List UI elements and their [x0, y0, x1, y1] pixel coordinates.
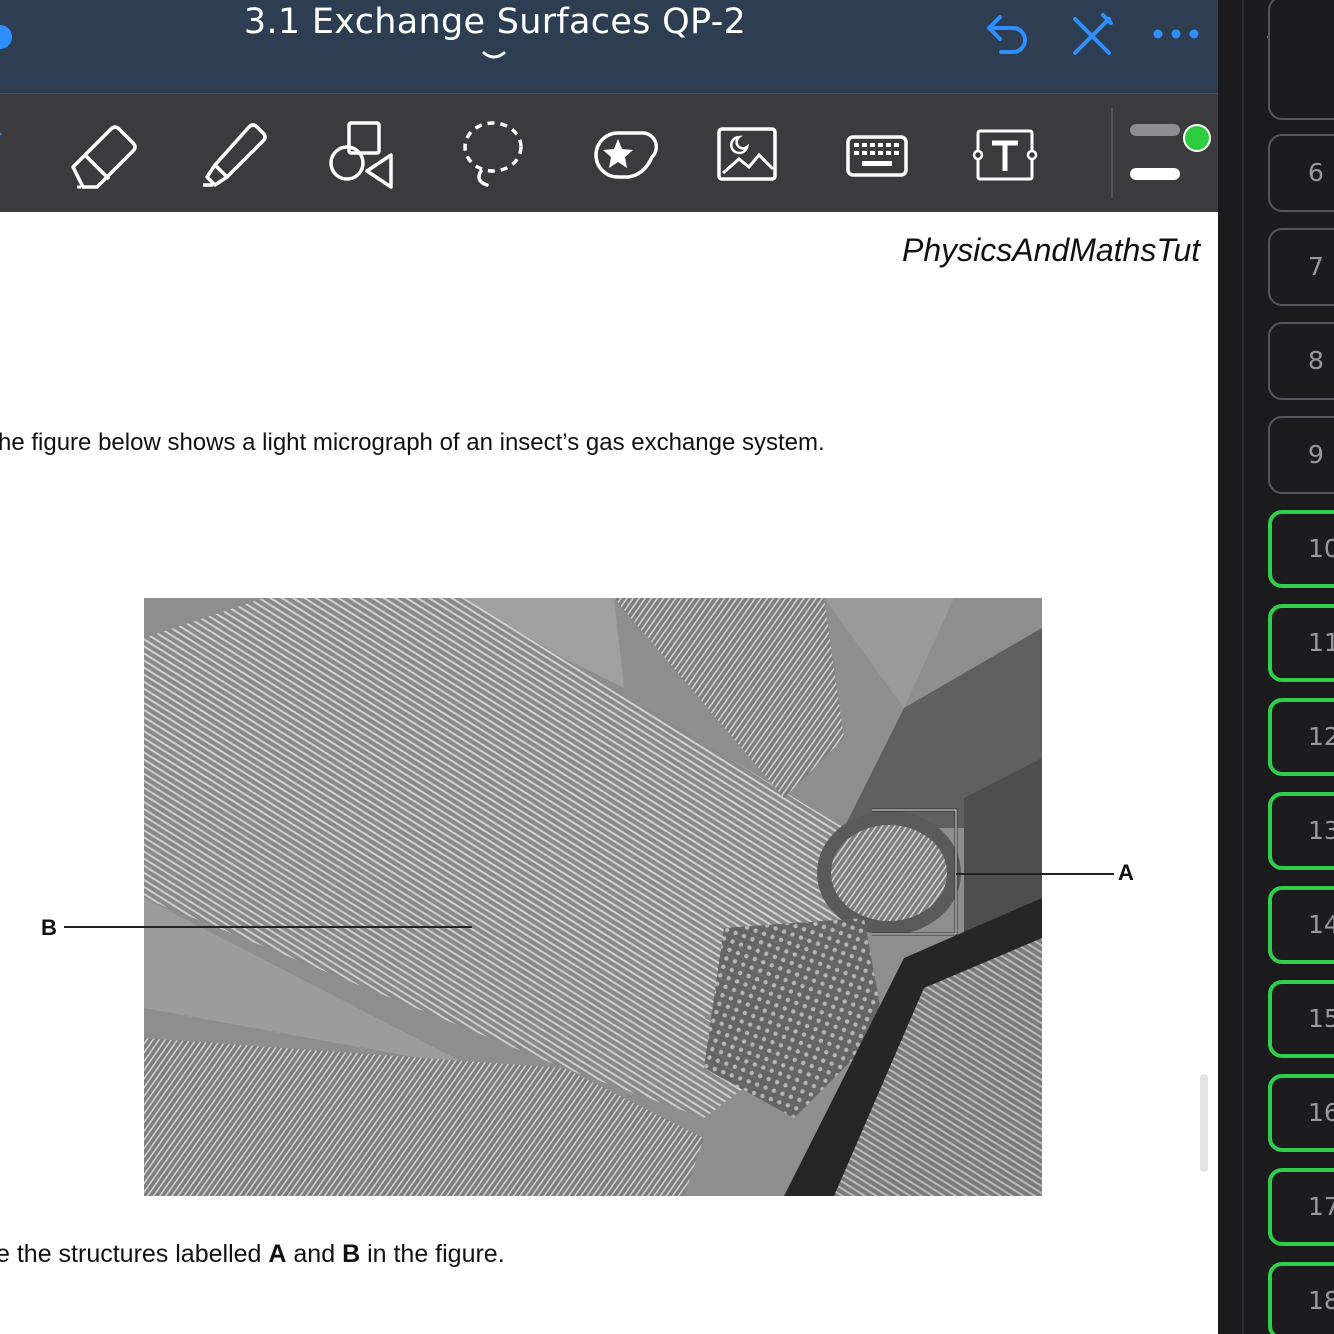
page-thumbnail[interactable]: 14	[1268, 886, 1334, 964]
shapes-tool[interactable]	[318, 112, 402, 196]
pen-color-swatch[interactable]	[1183, 124, 1211, 152]
text-box-icon	[972, 129, 1038, 181]
page-number: 18	[1308, 1286, 1334, 1315]
page-thumbnail[interactable]: 7	[1268, 228, 1334, 306]
highlighter-icon	[203, 123, 267, 187]
page-number: 10	[1308, 534, 1334, 563]
keyboard-icon	[846, 135, 908, 177]
page-thumbnail-sidebar: Sa 6789101112131415161718	[1218, 0, 1334, 1334]
page-thumbnail[interactable]: 13	[1268, 792, 1334, 870]
page-thumbnail[interactable]: 18	[1268, 1262, 1334, 1334]
page-number: 11	[1308, 628, 1334, 657]
page-number: 15	[1308, 1004, 1334, 1033]
page-thumbnail[interactable]: 9	[1268, 416, 1334, 494]
shapes-icon	[329, 121, 393, 189]
sticker-tool[interactable]	[576, 112, 660, 196]
page-thumbnail[interactable]: 8	[1268, 322, 1334, 400]
page-number: 13	[1308, 816, 1334, 845]
sidebar-divider	[1242, 0, 1244, 1334]
tools-off-icon	[1073, 13, 1113, 55]
question-intro: he figure below shows a light micrograph…	[0, 429, 825, 456]
micrograph-image	[144, 598, 1042, 1196]
tools-off-button[interactable]	[1066, 8, 1118, 60]
question-prefix: e the structures labelled	[0, 1240, 269, 1268]
page-thumbnail[interactable]: 12	[1268, 698, 1334, 776]
image-tool[interactable]	[704, 112, 788, 196]
image-icon	[717, 127, 777, 181]
page-thumbnail[interactable]: 17	[1268, 1168, 1334, 1246]
page-thumbnail[interactable]: 6	[1268, 134, 1334, 212]
page-scroll-indicator	[1200, 1074, 1208, 1172]
page-thumbnail[interactable]	[1268, 0, 1334, 120]
page-watermark: PhysicsAndMathsTut	[902, 232, 1201, 268]
question-suffix: in the figure.	[360, 1240, 505, 1268]
page-number: 6	[1308, 158, 1324, 187]
pen-tool-icon[interactable]	[0, 114, 12, 154]
figure-label-b: B	[41, 915, 57, 940]
figure-label-a: A	[1118, 860, 1134, 885]
page-thumbnail[interactable]: 15	[1268, 980, 1334, 1058]
page-thumbnail[interactable]: 11	[1268, 604, 1334, 682]
tool-bar	[0, 93, 1218, 212]
lasso-icon	[463, 121, 523, 187]
highlighter-tool[interactable]	[190, 112, 274, 196]
pen-thickness-indicator-active	[1130, 168, 1180, 180]
page-number: 14	[1308, 910, 1334, 939]
page-number: 16	[1308, 1098, 1334, 1127]
page-number: 17	[1308, 1192, 1334, 1221]
more-icon	[1153, 29, 1199, 39]
lasso-tool[interactable]	[448, 112, 532, 196]
sticker-icon	[594, 131, 658, 179]
document-title[interactable]: 3.1 Exchange Surfaces QP-2	[0, 2, 990, 42]
pen-thickness-indicator	[1130, 124, 1180, 136]
question-text: e the structures labelled A and B in the…	[0, 1240, 505, 1269]
question-label-a: A	[268, 1240, 287, 1268]
eraser-tool[interactable]	[60, 112, 144, 196]
page-thumbnail[interactable]: 10	[1268, 510, 1334, 588]
page-number: 7	[1308, 252, 1324, 281]
more-button[interactable]	[1150, 8, 1202, 60]
undo-button[interactable]	[982, 8, 1034, 60]
page-number: 12	[1308, 722, 1334, 751]
page-number: 9	[1308, 440, 1324, 469]
pen-settings[interactable]	[1124, 116, 1214, 186]
title-bar: 3.1 Exchange Surfaces QP-2	[0, 0, 1218, 93]
eraser-icon	[71, 125, 137, 189]
keyboard-tool[interactable]	[834, 112, 918, 196]
page-thumbnail[interactable]: 16	[1268, 1074, 1334, 1152]
text-box-tool[interactable]	[962, 112, 1046, 196]
micrograph-figure	[144, 598, 1042, 1196]
question-mid: and	[286, 1240, 343, 1268]
document-page[interactable]: PhysicsAndMathsTut he figure below shows…	[0, 212, 1218, 1334]
toolbar-divider	[1111, 108, 1113, 198]
page-number: 8	[1308, 346, 1324, 375]
undo-icon	[987, 15, 1027, 54]
chevron-down-icon[interactable]	[479, 48, 509, 64]
question-label-b: B	[342, 1240, 361, 1268]
